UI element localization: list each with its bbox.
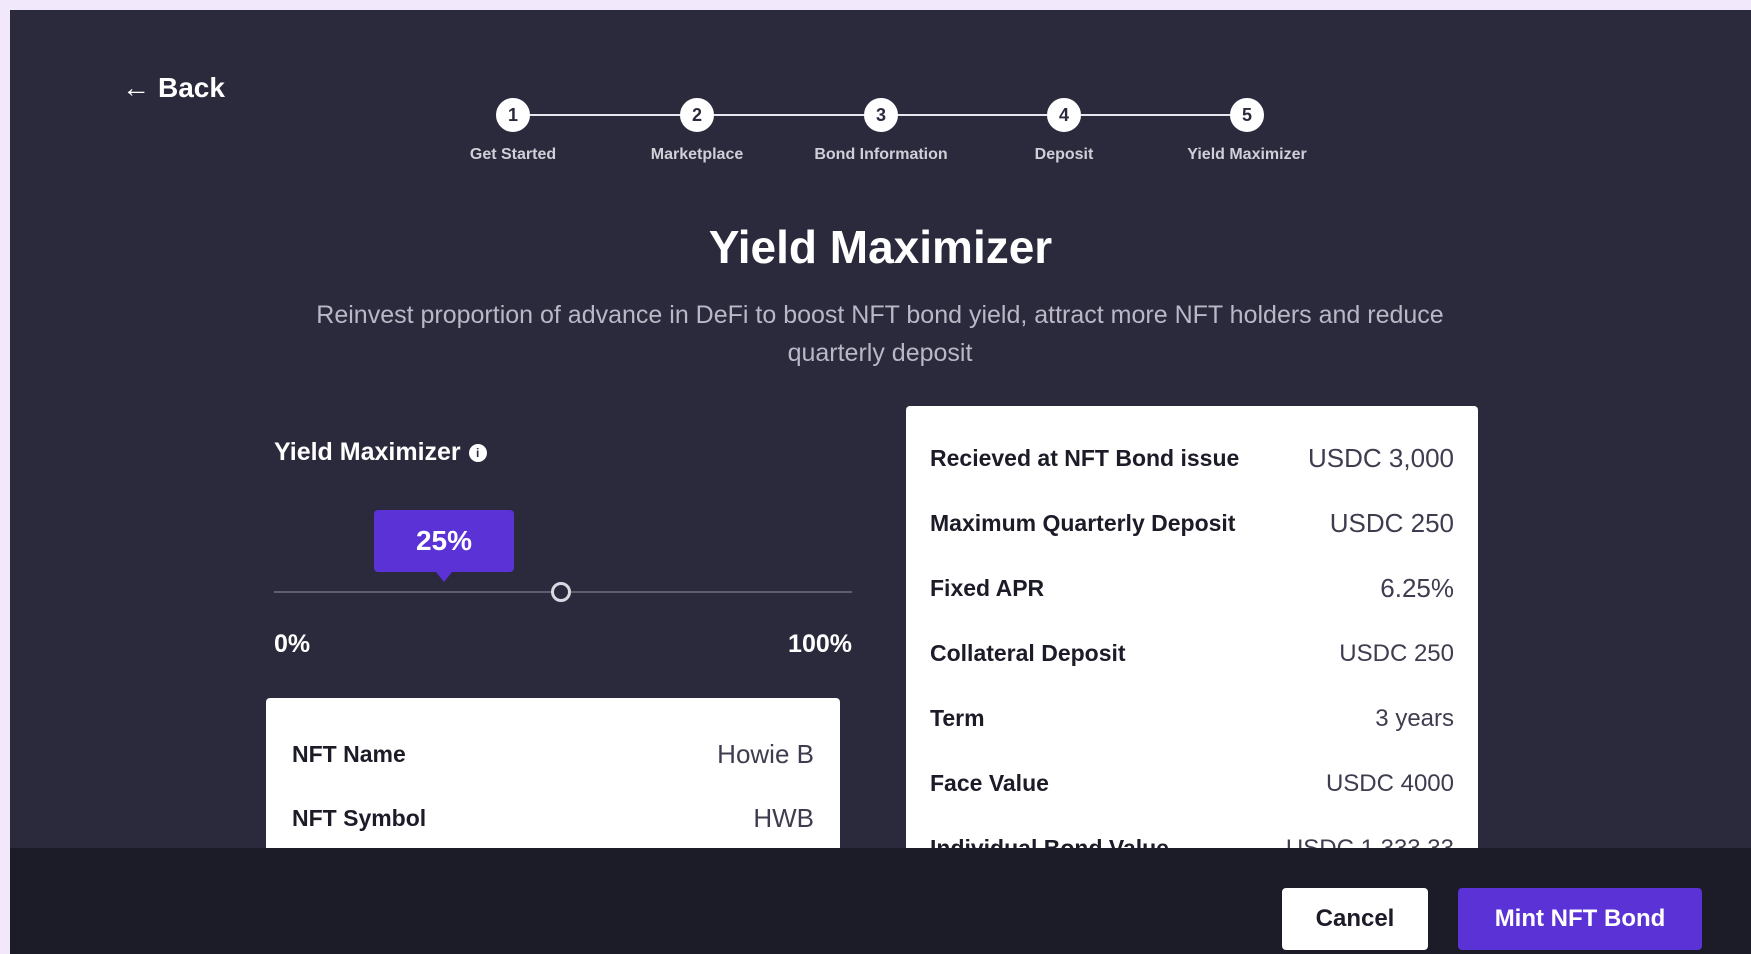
yield-maximizer-label-text: Yield Maximizer <box>274 438 461 466</box>
row-value: 3 years <box>1375 704 1454 732</box>
step-get-started[interactable]: 1 Get Started <box>413 98 613 164</box>
step-yield-maximizer[interactable]: 5 Yield Maximizer <box>1147 98 1347 164</box>
nft-name-row: NFT Name Howie B <box>292 722 814 786</box>
row-value: Howie B <box>717 738 814 769</box>
step-label: Yield Maximizer <box>1187 146 1307 163</box>
row-key: NFT Symbol <box>292 804 427 831</box>
step-deposit[interactable]: 4 Deposit <box>964 98 1164 164</box>
progress-stepper: 1 Get Started 2 Marketplace 3 Bond Infor… <box>450 90 1360 180</box>
footer-bar: Cancel Mint NFT Bond <box>10 848 1751 954</box>
row-key: Collateral Deposit <box>930 640 1126 666</box>
step-bond-information[interactable]: 3 Bond Information <box>781 98 981 164</box>
step-label: Get Started <box>469 146 557 163</box>
row-value: 6.25% <box>1380 573 1454 603</box>
yield-maximizer-slider[interactable]: 25% 0% 100% <box>274 510 852 658</box>
step-number: 1 <box>496 98 530 132</box>
step-label: Bond Information <box>814 146 948 163</box>
step-label: Marketplace <box>650 146 744 163</box>
term-row: Term 3 years <box>930 686 1454 751</box>
page-title: Yield Maximizer <box>708 221 1053 273</box>
row-value: USDC 4000 <box>1325 769 1454 797</box>
step-label: Deposit <box>1034 146 1094 163</box>
page-subtitle: Reinvest proportion of advance in DeFi t… <box>316 301 1444 367</box>
app-window: ← Back 1 Get Started 2 Marketplace 3 Bon… <box>10 10 1751 954</box>
nft-symbol-row: NFT Symbol HWB <box>292 786 814 850</box>
face-value-row: Face Value USDC 4000 <box>930 751 1454 816</box>
step-number: 5 <box>1230 98 1264 132</box>
row-key: NFT Name <box>292 740 406 767</box>
step-number: 4 <box>1047 98 1081 132</box>
step-number: 3 <box>864 98 898 132</box>
max-quarterly-deposit-row: Maximum Quarterly Deposit USDC 250 <box>930 491 1454 556</box>
slider-min-label: 0% <box>274 630 311 658</box>
fixed-apr-row: Fixed APR 6.25% <box>930 556 1454 621</box>
yield-maximizer-label: Yield Maximizer i <box>274 438 487 467</box>
slider-max-label: 100% <box>788 630 852 658</box>
mint-nft-bond-button[interactable]: Mint NFT Bond <box>1458 888 1702 950</box>
left-arrow-icon: ← <box>122 72 150 103</box>
row-key: Fixed APR <box>930 575 1045 601</box>
row-value: USDC 3,000 <box>1308 443 1454 473</box>
row-value: HWB <box>753 802 814 833</box>
cancel-button[interactable]: Cancel <box>1282 888 1428 950</box>
row-key: Face Value <box>930 770 1049 796</box>
row-key: Term <box>930 705 985 731</box>
row-value: USDC 250 <box>1329 508 1454 538</box>
row-key: Recieved at NFT Bond issue <box>930 445 1240 471</box>
bond-summary-card: Recieved at NFT Bond issue USDC 3,000 Ma… <box>906 406 1478 906</box>
back-label: Back <box>158 72 225 103</box>
info-icon[interactable]: i <box>468 443 487 462</box>
slider-thumb[interactable] <box>550 582 571 602</box>
step-marketplace[interactable]: 2 Marketplace <box>597 98 797 164</box>
row-key: Maximum Quarterly Deposit <box>930 510 1236 536</box>
row-value: USDC 250 <box>1339 639 1454 667</box>
collateral-deposit-row: Collateral Deposit USDC 250 <box>930 621 1454 686</box>
slider-value-tooltip: 25% <box>374 510 514 582</box>
back-button[interactable]: ← Back <box>122 72 225 104</box>
step-number: 2 <box>680 98 714 132</box>
received-at-issue-row: Recieved at NFT Bond issue USDC 3,000 <box>930 426 1454 491</box>
